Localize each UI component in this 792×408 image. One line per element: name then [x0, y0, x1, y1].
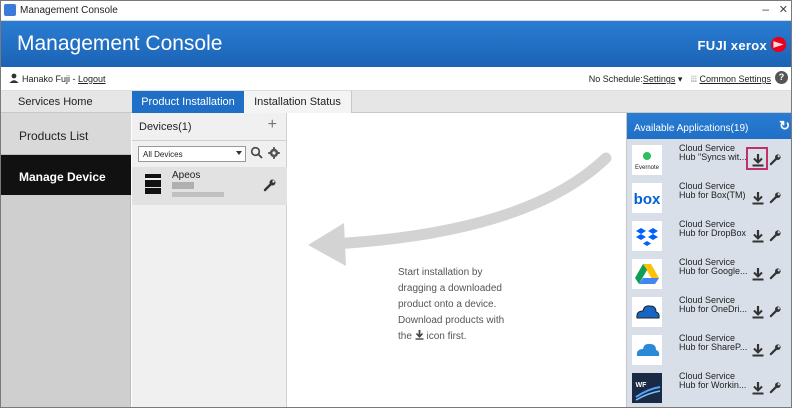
device-list-item[interactable]: Apeos [132, 167, 287, 205]
search-icon[interactable] [250, 146, 264, 160]
help-icon[interactable]: ? [775, 71, 788, 84]
hint-line: the icon first. [398, 329, 578, 345]
management-console-window: Management Console – ✕ Management Consol… [0, 0, 792, 408]
settings-link[interactable]: Settings [643, 74, 676, 84]
onedrive-logo-icon [632, 297, 662, 327]
schedule-label: No Schedule: [588, 74, 643, 84]
window-title: Management Console [20, 5, 118, 16]
hint-line: product onto a device. [398, 299, 497, 310]
applications-header: Available Applications(19) ↻ [627, 113, 791, 139]
download-icon[interactable] [751, 153, 765, 167]
window-titlebar: Management Console – ✕ [1, 1, 791, 21]
available-applications-panel: Available Applications(19) ↻ Evernote Cl… [626, 113, 791, 407]
app-name: Cloud Service Hub for OneDri... [679, 295, 748, 314]
device-filter-value: All Devices [143, 150, 183, 159]
hint-text: icon first. [423, 331, 467, 342]
app-list-item[interactable]: box Cloud Service Hub for Box(TM) [632, 179, 791, 217]
tab-services-home[interactable]: Services Home [1, 91, 131, 113]
settings-dropdown-icon[interactable]: ▾ [675, 74, 685, 84]
logout-link[interactable]: Logout [78, 74, 106, 84]
hint-text: the [398, 331, 415, 342]
device-info-redacted [172, 182, 194, 189]
download-icon[interactable] [751, 381, 765, 395]
app-header: Management Console FUJI xerox [1, 21, 791, 67]
download-icon[interactable] [751, 191, 765, 205]
installation-hint-text: Start installation by dragging a downloa… [398, 265, 578, 345]
common-settings-link[interactable]: Common Settings [699, 74, 771, 84]
devices-header: Devices(1) + [132, 113, 287, 141]
app-icon [4, 4, 16, 16]
sidebar-item-manage-device[interactable]: Manage Device [1, 155, 131, 195]
box-logo-icon: box [632, 183, 662, 213]
app-name: Cloud Service Hub for Google... [679, 257, 748, 276]
wrench-icon[interactable] [769, 229, 782, 242]
hint-line: Download products with [398, 315, 505, 326]
wrench-icon[interactable] [263, 178, 277, 192]
app-name: Cloud Service Hub for Workin... [679, 371, 747, 390]
app-name: Cloud Service Hub "Syncs wit... [679, 143, 747, 162]
hint-line: Start installation by [398, 267, 483, 278]
app-list-item[interactable]: Cloud Service Hub for ShareP... [632, 331, 791, 369]
google-drive-logo-icon [632, 259, 662, 289]
app-list-item[interactable]: WF Cloud Service Hub for Workin... [632, 369, 791, 407]
settings-area: No Schedule:Settings ▾ ⦙⦙⦙ Common Settin… [589, 74, 771, 85]
wrench-icon[interactable] [769, 153, 782, 166]
svg-text:WF: WF [636, 382, 648, 389]
refresh-icon[interactable]: ↻ [779, 118, 790, 134]
app-list-item[interactable]: Cloud Service Hub for DropBox [632, 217, 791, 255]
brand-logo-icon [770, 36, 787, 53]
app-name: Cloud Service Hub for ShareP... [679, 333, 748, 352]
app-list-item[interactable]: Cloud Service Hub for Google... [632, 255, 791, 293]
download-icon[interactable] [751, 267, 765, 281]
app-name: Cloud Service Hub for DropBox [679, 219, 747, 238]
download-icon [415, 330, 424, 340]
common-settings-icon: ⦙⦙⦙ [690, 74, 697, 84]
evernote-logo-icon: Evernote [632, 145, 662, 175]
device-filter-select[interactable]: All Devices [138, 146, 246, 162]
wrench-icon[interactable] [769, 305, 782, 318]
drag-arrow-graphic [308, 152, 612, 266]
sharepoint-logo-icon [632, 335, 662, 365]
dropbox-logo-icon [632, 221, 662, 251]
close-icon[interactable]: ✕ [779, 3, 788, 16]
chevron-down-icon [236, 151, 242, 155]
installation-drop-area[interactable]: Start installation by dragging a downloa… [288, 113, 626, 407]
sidebar: Products List Manage Device [1, 113, 131, 407]
tab-installation-status[interactable]: Installation Status [244, 91, 352, 113]
wrench-icon[interactable] [769, 191, 782, 204]
brand-name: FUJI xerox [697, 38, 767, 53]
wrench-icon[interactable] [769, 381, 782, 394]
user-name: Hanako Fuji - [22, 74, 79, 84]
app-list-item[interactable]: Evernote Cloud Service Hub "Syncs wit... [632, 141, 791, 179]
add-device-button[interactable]: + [268, 116, 277, 134]
app-title: Management Console [17, 32, 223, 55]
applications-title: Available Applications(19) [634, 123, 749, 134]
wrench-icon[interactable] [769, 267, 782, 280]
user-bar: Hanako Fuji - Logout No Schedule:Setting… [1, 67, 791, 91]
app-name: Cloud Service Hub for Box(TM) [679, 181, 746, 200]
sidebar-item-products-list[interactable]: Products List [1, 113, 131, 155]
svg-text:box: box [634, 191, 661, 208]
app-list-item[interactable]: Cloud Service Hub for OneDri... [632, 293, 791, 331]
user-icon [9, 73, 19, 83]
device-address-redacted [172, 192, 224, 197]
tab-product-installation[interactable]: Product Installation [132, 91, 244, 113]
devices-panel: Devices(1) + All Devices Apeos [132, 113, 287, 407]
devices-title: Devices(1) [139, 121, 192, 133]
download-icon[interactable] [751, 343, 765, 357]
minimize-icon[interactable]: – [762, 2, 769, 16]
hint-line: dragging a downloaded [398, 283, 502, 294]
wrench-icon[interactable] [769, 343, 782, 356]
device-name: Apeos [172, 170, 201, 181]
download-icon[interactable] [751, 305, 765, 319]
tab-bar: Services Home Product Installation Insta… [1, 91, 791, 113]
svg-text:Evernote: Evernote [635, 165, 660, 171]
workflow-logo-icon: WF [632, 373, 662, 403]
gear-icon[interactable] [267, 146, 281, 160]
download-icon[interactable] [751, 229, 765, 243]
printer-icon [145, 174, 161, 194]
user-info: Hanako Fuji - Logout [22, 74, 106, 84]
